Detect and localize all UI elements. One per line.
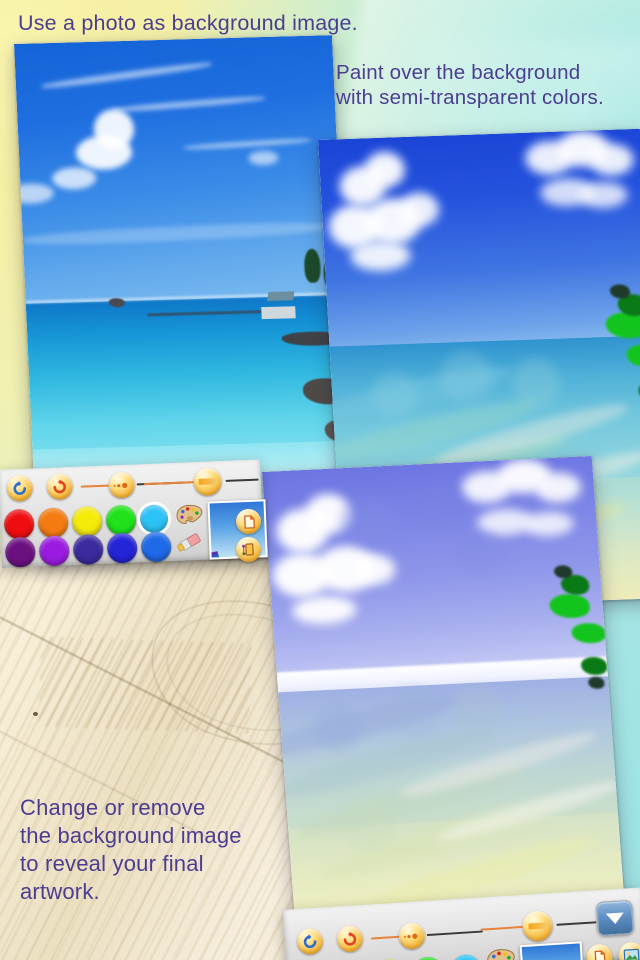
- swatch-red[interactable]: [3, 508, 35, 540]
- slider-track-empty: [426, 930, 483, 937]
- caption-paint-over: Paint over the background with semi-tran…: [336, 60, 604, 110]
- new-document-button[interactable]: [585, 943, 614, 960]
- new-document-icon: [586, 943, 614, 960]
- new-document-icon: [236, 509, 262, 535]
- toolbar-primary: [0, 459, 268, 568]
- photo-button[interactable]: [617, 941, 640, 960]
- undo-icon: [296, 928, 324, 956]
- redo-button[interactable]: [336, 925, 364, 953]
- caption-remove-background: Change or remove the background image to…: [20, 794, 242, 906]
- photo-hut-roof: [266, 291, 295, 301]
- palette-icon: [486, 947, 518, 960]
- collapse-toolbar-button[interactable]: [595, 899, 635, 937]
- caption-line: to reveal your final: [20, 851, 204, 876]
- slider-track-empty: [225, 478, 259, 482]
- undo-icon: [6, 475, 33, 502]
- brush-size-slider[interactable]: [370, 922, 483, 950]
- swatch-green[interactable]: [105, 504, 137, 536]
- brush-size-knob[interactable]: [398, 922, 426, 950]
- swatch-cyan[interactable]: [139, 504, 169, 534]
- caption-line: the background image: [20, 823, 242, 848]
- redo-button[interactable]: [46, 473, 74, 501]
- undo-button[interactable]: [6, 474, 34, 502]
- opacity-slider[interactable]: [480, 910, 597, 942]
- palette-icon: [176, 504, 205, 529]
- caption-line: artwork.: [20, 879, 100, 904]
- new-document-button[interactable]: [235, 508, 262, 535]
- palette-button[interactable]: [486, 947, 518, 960]
- caption-line: Change or remove: [20, 795, 206, 820]
- swatch-orange[interactable]: [37, 507, 69, 539]
- redo-icon: [336, 925, 364, 953]
- photo-hut: [261, 306, 297, 320]
- swatch-yellow[interactable]: [71, 505, 103, 538]
- wood-knot: [33, 712, 38, 716]
- slider-track-empty: [556, 921, 597, 926]
- swatch-royal-blue[interactable]: [140, 531, 172, 563]
- brush-size-knob[interactable]: [108, 471, 136, 499]
- swatch-green[interactable]: [412, 956, 445, 960]
- opacity-knob[interactable]: [193, 467, 223, 497]
- swatch-cyan[interactable]: [450, 953, 483, 960]
- rainbow-thumbnail-icon: [521, 943, 583, 960]
- promo-stage: Use a photo as background image. Paint o…: [0, 0, 640, 960]
- slider-track-filled: [143, 480, 200, 486]
- chevron-down-icon: [605, 911, 625, 925]
- eraser-icon: [176, 532, 206, 557]
- swatch-indigo[interactable]: [72, 533, 104, 566]
- canvas-thumbnail-button[interactable]: [519, 941, 585, 960]
- caption-photo-background: Use a photo as background image.: [18, 11, 358, 36]
- caption-line: Paint over the background: [336, 61, 581, 84]
- caption-line: Use a photo as background image.: [18, 11, 358, 35]
- eraser-button[interactable]: [176, 532, 206, 557]
- undo-button[interactable]: [296, 927, 324, 956]
- photo-icon: [618, 941, 640, 960]
- swatch-violet[interactable]: [38, 535, 70, 567]
- redo-icon: [46, 473, 73, 500]
- screenshot-final: [262, 455, 628, 960]
- caption-line: with semi-transparent colors.: [336, 86, 604, 109]
- slider-track-filled: [480, 925, 525, 931]
- swatch-purple[interactable]: [4, 536, 36, 568]
- palette-button[interactable]: [176, 504, 205, 529]
- share-icon: [236, 537, 262, 563]
- swatch-blue[interactable]: [106, 532, 138, 564]
- share-button[interactable]: [235, 536, 262, 563]
- opacity-slider[interactable]: [143, 467, 259, 497]
- opacity-knob[interactable]: [521, 910, 554, 942]
